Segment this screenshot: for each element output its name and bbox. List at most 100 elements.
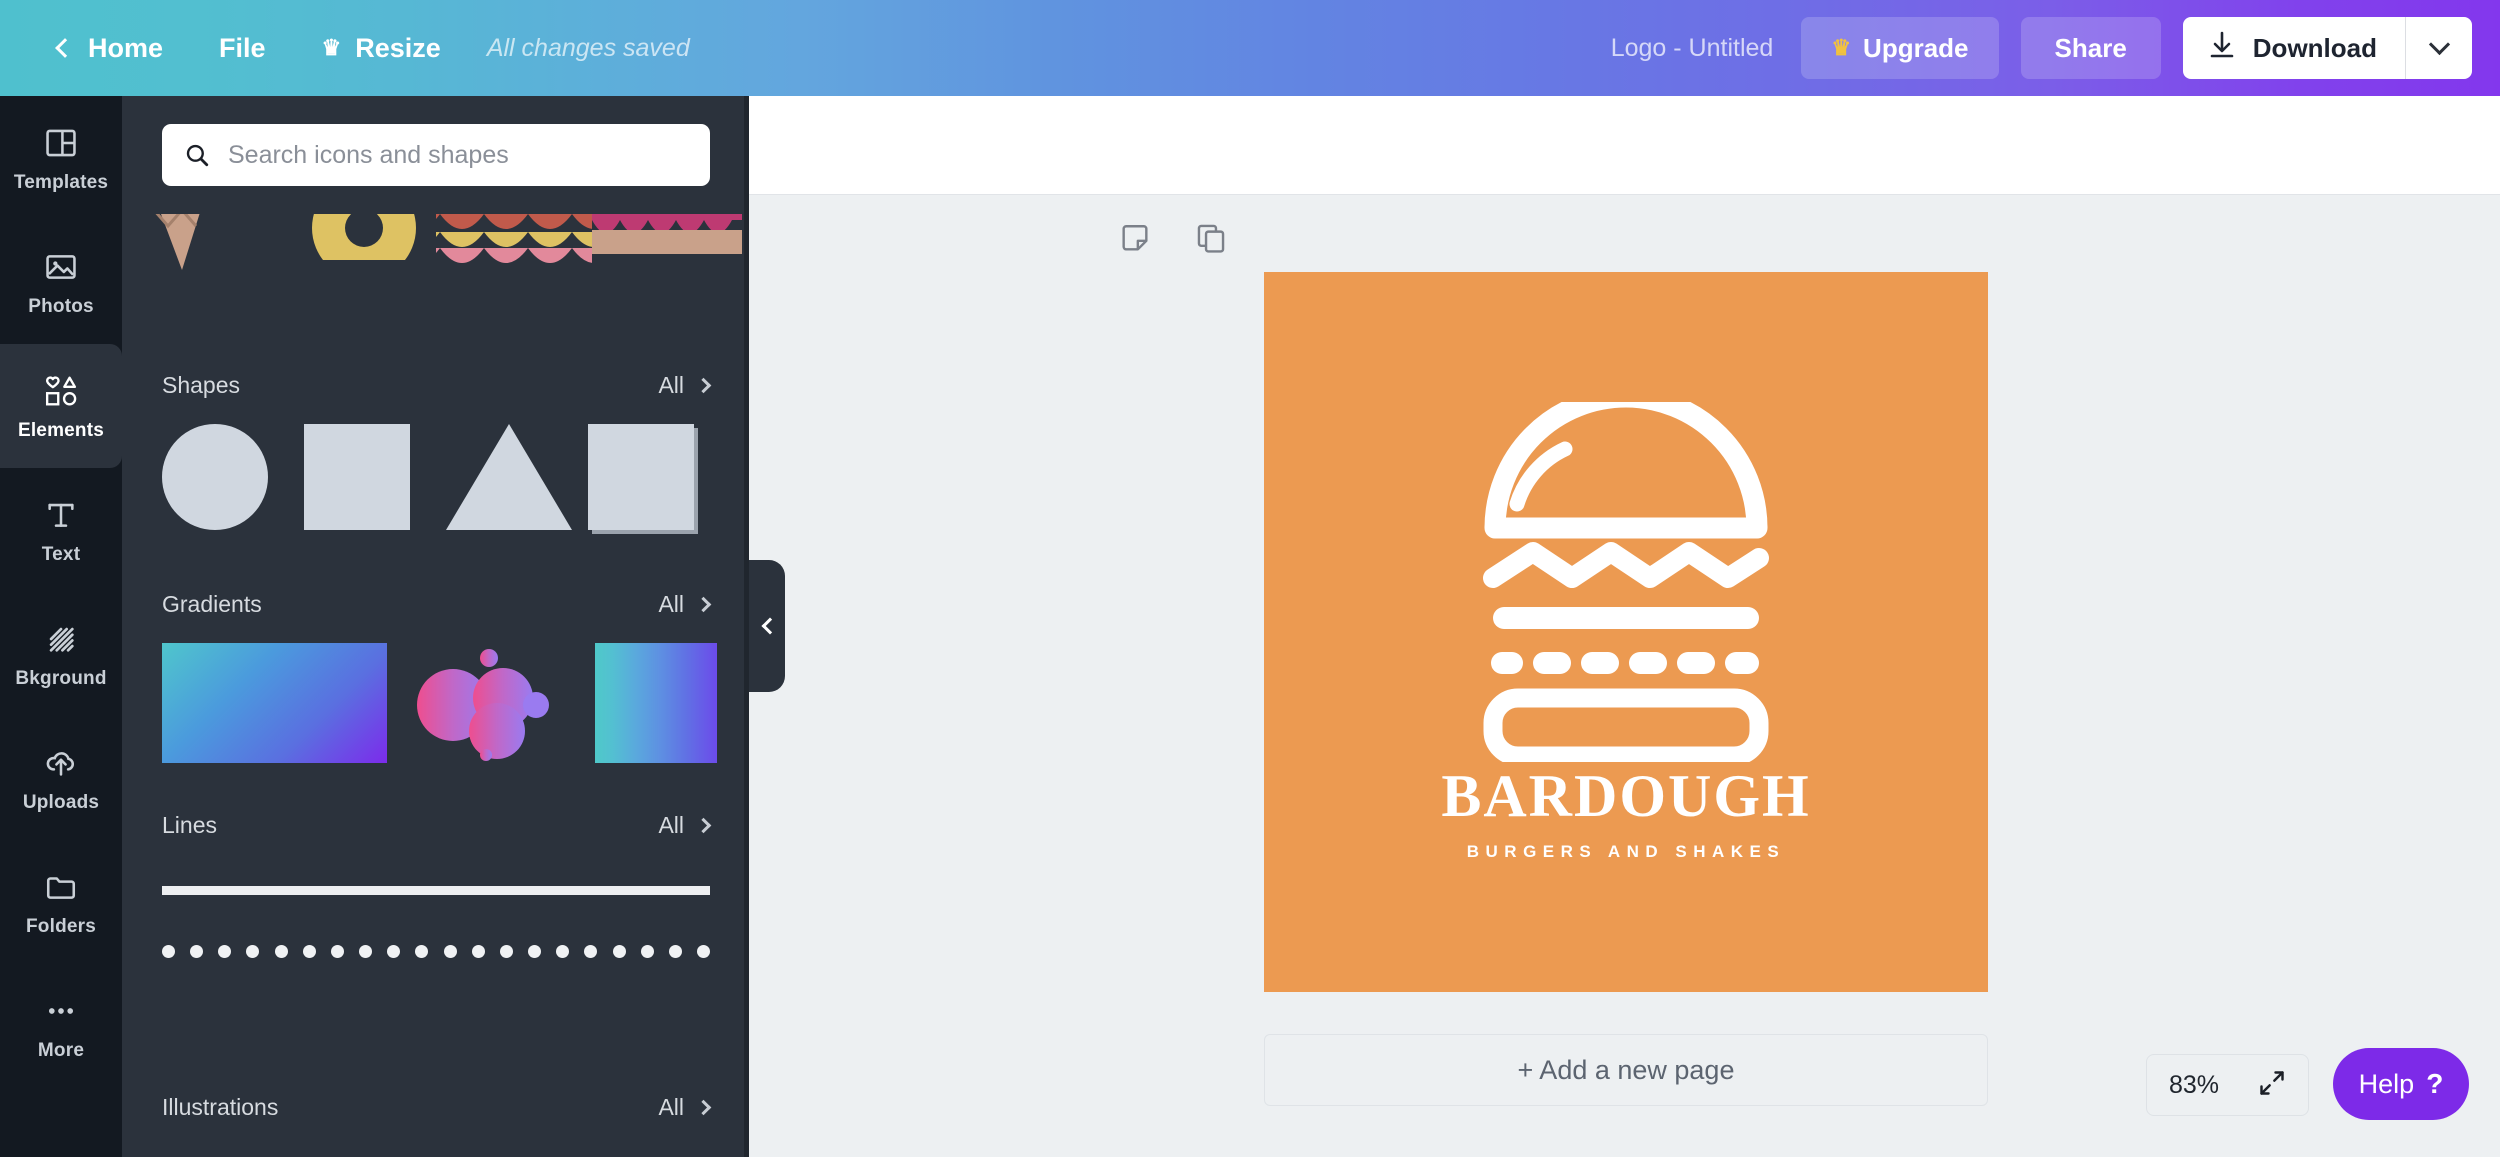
see-all-label: All <box>658 811 684 838</box>
top-toolbar-left: Home File ♛ Resize All changes saved <box>0 0 690 96</box>
share-label: Share <box>2054 32 2127 63</box>
sidebar-item-text[interactable]: Text <box>0 468 122 592</box>
shape-square-shadow[interactable] <box>588 424 708 530</box>
line-solid[interactable] <box>162 886 710 895</box>
illustrations-see-all-button[interactable]: All <box>658 1093 712 1121</box>
shapes-grid <box>122 406 749 530</box>
share-button[interactable]: Share <box>2020 17 2161 79</box>
download-group: Download <box>2182 17 2472 79</box>
chevron-left-icon <box>761 617 778 635</box>
line-dotted[interactable] <box>162 943 710 959</box>
add-new-page-button[interactable]: + Add a new page <box>1264 1034 1988 1106</box>
upgrade-label: Upgrade <box>1863 32 1969 63</box>
see-all-label: All <box>658 1093 684 1120</box>
search-placeholder: Search icons and shapes <box>228 140 509 169</box>
gradients-see-all-button[interactable]: All <box>658 590 712 618</box>
crown-icon: ♛ <box>321 35 342 60</box>
question-mark-icon: ? <box>2426 1068 2444 1099</box>
elements-icon <box>41 371 81 411</box>
download-button[interactable]: Download <box>2182 17 2406 79</box>
shapes-see-all-button[interactable]: All <box>658 371 712 399</box>
sidebar-item-more[interactable]: More <box>0 964 122 1088</box>
left-sidebar: Templates Photos Elements Text Bkground … <box>0 96 122 1157</box>
chevron-right-icon <box>695 817 712 833</box>
templates-icon <box>41 123 81 163</box>
shape-triangle[interactable] <box>446 424 572 530</box>
page-tools <box>1115 218 1231 258</box>
collapse-panel-button[interactable] <box>749 560 785 692</box>
food-illustrations-row <box>122 214 749 306</box>
gradient-diagonal-teal-purple[interactable] <box>162 643 387 763</box>
logo-tagline: BURGERS AND SHAKES <box>1466 842 1786 861</box>
search-icon <box>184 142 210 168</box>
download-label: Download <box>2252 32 2377 63</box>
top-toolbar-right: Logo - Untitled ♛ Upgrade Share Download <box>1611 17 2500 79</box>
sidebar-item-label: Text <box>41 543 81 565</box>
chevron-right-icon <box>695 596 712 612</box>
section-header: Illustrations All <box>122 1086 749 1128</box>
section-gradients: Gradients All <box>122 583 749 763</box>
shape-circle[interactable] <box>162 424 282 530</box>
expand-arrows-icon[interactable] <box>2258 1069 2286 1102</box>
zoom-level-label: 83% <box>2169 1070 2220 1099</box>
file-label: File <box>219 32 266 63</box>
zoom-control[interactable]: 83% <box>2146 1054 2309 1116</box>
sidebar-item-templates[interactable]: Templates <box>0 96 122 220</box>
section-header: Lines All <box>122 804 749 846</box>
elements-panel: Shapes All Gradients All Lines All Illus… <box>122 96 749 1157</box>
gradient-vertical-cyan-purple[interactable] <box>595 643 717 763</box>
search-bar[interactable]: Search icons and shapes <box>162 124 710 186</box>
shape-square[interactable] <box>304 424 424 530</box>
illustration-ice-cream-cone[interactable] <box>122 214 279 306</box>
gradient-blob-pink-purple[interactable] <box>411 643 571 763</box>
sidebar-item-label: More <box>37 1039 85 1061</box>
logo-design[interactable]: BARDOUGH BURGERS AND SHAKES <box>1441 386 1809 862</box>
sidebar-item-label: Uploads <box>22 791 100 813</box>
sidebar-item-uploads[interactable]: Uploads <box>0 716 122 840</box>
note-icon[interactable] <box>1115 218 1155 258</box>
download-icon <box>2209 31 2235 66</box>
panel-scroll-container[interactable]: Shapes All Gradients All Lines All Illus… <box>122 96 749 1157</box>
sidebar-item-elements[interactable]: Elements <box>0 344 122 468</box>
crown-icon: ♛ <box>1831 35 1852 60</box>
logo-brand-name: BARDOUGH <box>1441 763 1811 829</box>
duplicate-icon[interactable] <box>1191 218 1231 258</box>
lines-see-all-button[interactable]: All <box>658 811 712 839</box>
add-page-label: + Add a new page <box>1517 1054 1735 1085</box>
sidebar-item-folders[interactable]: Folders <box>0 840 122 964</box>
sidebar-item-label: Elements <box>17 419 105 441</box>
home-button[interactable]: Home <box>30 0 191 96</box>
sidebar-item-background[interactable]: Bkground <box>0 592 122 716</box>
uploads-icon <box>41 743 81 783</box>
sidebar-item-label: Folders <box>25 915 97 937</box>
download-options-button[interactable] <box>2406 17 2472 79</box>
search-input[interactable]: Search icons and shapes <box>162 124 710 186</box>
illustration-frosted-treat[interactable] <box>592 214 749 306</box>
help-label: Help <box>2358 1068 2415 1099</box>
section-lines: Lines All <box>122 804 749 959</box>
illustration-donut[interactable] <box>279 214 436 306</box>
text-icon <box>41 495 81 535</box>
see-all-label: All <box>658 590 684 617</box>
upgrade-button[interactable]: ♛ Upgrade <box>1801 17 1999 79</box>
chevron-right-icon <box>695 1099 712 1115</box>
help-button[interactable]: Help ? <box>2333 1048 2469 1120</box>
sidebar-item-photos[interactable]: Photos <box>0 220 122 344</box>
chevron-right-icon <box>695 377 712 393</box>
folders-icon <box>41 867 81 907</box>
gradients-grid <box>122 625 749 763</box>
illustration-confetti-dots[interactable] <box>122 1146 749 1157</box>
sidebar-item-label: Bkground <box>15 667 107 689</box>
illustration-layer-cake[interactable] <box>435 214 593 306</box>
file-menu-button[interactable]: File <box>191 0 294 96</box>
sidebar-item-label: Photos <box>28 295 94 317</box>
see-all-label: All <box>658 371 684 398</box>
more-icon <box>41 991 81 1031</box>
section-title: Shapes <box>162 371 241 398</box>
burger-icon <box>1471 386 1781 766</box>
canvas-top-strip <box>749 96 2500 195</box>
artboard-page-1[interactable]: BARDOUGH BURGERS AND SHAKES <box>1264 272 1988 992</box>
resize-button[interactable]: ♛ Resize <box>294 0 469 96</box>
section-shapes: Shapes All <box>122 364 749 530</box>
background-icon <box>41 619 81 659</box>
